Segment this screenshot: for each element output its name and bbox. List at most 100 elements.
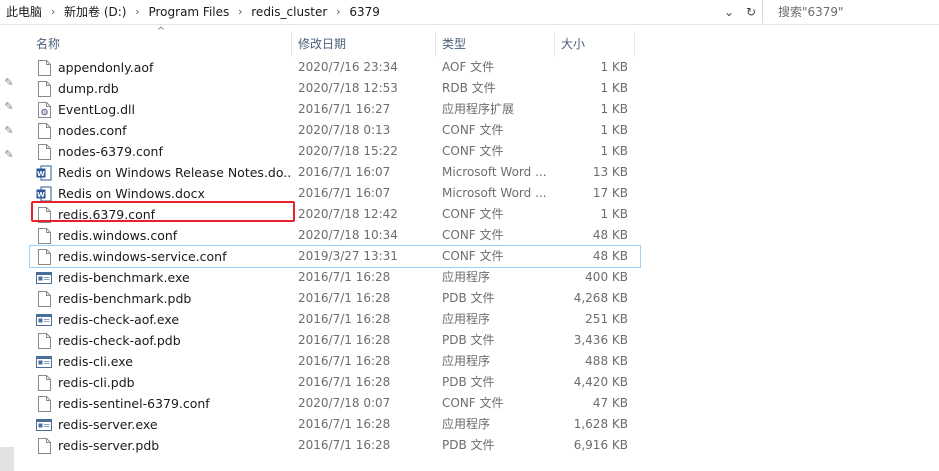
- word-icon: W: [36, 186, 52, 202]
- file-icon: [36, 248, 52, 265]
- breadcrumb-this-pc[interactable]: 此电脑: [0, 0, 42, 23]
- exe-icon: [36, 312, 52, 328]
- file-type: 应用程序: [442, 312, 491, 326]
- file-row[interactable]: W Redis on Windows Release Notes.do... 201…: [30, 162, 640, 183]
- file-name: nodes.conf: [58, 123, 127, 138]
- file-modified-date: 2020/7/18 10:34: [298, 228, 398, 242]
- file-name: redis-server.pdb: [58, 438, 160, 453]
- file-modified-date: 2020/7/18 15:22: [298, 144, 398, 158]
- file-name: nodes-6379.conf: [58, 144, 163, 159]
- file-row[interactable]: dump.rdb 2020/7/18 12:53 RDB 文件 1 KB: [30, 78, 640, 99]
- address-bar[interactable]: 此电脑 › 新加卷 (D:) › Program Files › redis_c…: [0, 0, 763, 23]
- file-type: AOF 文件: [442, 60, 495, 74]
- column-header-date[interactable]: 修改日期: [292, 31, 436, 57]
- file-name-cell[interactable]: redis-benchmark.exe: [36, 267, 290, 288]
- exe-icon: [36, 270, 52, 286]
- file-type: RDB 文件: [442, 81, 496, 95]
- file-name-cell[interactable]: redis-cli.exe: [36, 351, 290, 372]
- breadcrumb-6379[interactable]: 6379: [349, 0, 380, 23]
- file-name: redis-sentinel-6379.conf: [58, 396, 210, 411]
- file-name: redis-server.exe: [58, 417, 158, 432]
- file-name-cell[interactable]: dump.rdb: [36, 78, 290, 99]
- file-name-cell[interactable]: appendonly.aof: [36, 57, 290, 78]
- file-row[interactable]: appendonly.aof 2020/7/16 23:34 AOF 文件 1 KB: [30, 57, 640, 78]
- file-size: 13 KB: [592, 165, 628, 179]
- file-name-cell[interactable]: redis.windows.conf: [36, 225, 290, 246]
- chevron-right-icon[interactable]: ›: [42, 5, 64, 18]
- file-row[interactable]: redis-benchmark.exe 2016/7/1 16:28 应用程序 400…: [30, 267, 640, 288]
- scrollbar-thumb[interactable]: [0, 447, 14, 471]
- search-input[interactable]: [770, 3, 939, 20]
- file-row[interactable]: redis.windows-service.conf 2019/3/27 13:3…: [29, 245, 641, 268]
- file-row[interactable]: EventLog.dll 2016/7/1 16:27 应用程序扩展 1 KB: [30, 99, 640, 120]
- file-name-cell[interactable]: redis-server.exe: [36, 414, 290, 435]
- file-row[interactable]: redis-check-aof.exe 2016/7/1 16:28 应用程序 251…: [30, 309, 640, 330]
- file-modified-date: 2020/7/16 23:34: [298, 60, 398, 74]
- file-name-cell[interactable]: redis.windows-service.conf: [36, 246, 290, 267]
- file-name-cell[interactable]: redis-check-aof.pdb: [36, 330, 290, 351]
- search-box[interactable]: [770, 0, 939, 23]
- file-size: 48 KB: [592, 249, 628, 263]
- file-name-cell[interactable]: redis-benchmark.pdb: [36, 288, 290, 309]
- file-name: redis-cli.pdb: [58, 375, 135, 390]
- file-row[interactable]: redis-cli.pdb 2016/7/1 16:28 PDB 文件 4,420 K…: [30, 372, 640, 393]
- column-header-name[interactable]: 名称: [30, 31, 292, 57]
- chevron-right-icon[interactable]: ›: [126, 5, 148, 18]
- file-list: appendonly.aof 2020/7/16 23:34 AOF 文件 1 KB d…: [29, 57, 641, 456]
- file-name-cell[interactable]: EventLog.dll: [36, 99, 290, 120]
- column-header-type[interactable]: 类型: [436, 31, 555, 57]
- refresh-icon[interactable]: ↻: [740, 5, 762, 19]
- file-size: 1 KB: [600, 123, 628, 137]
- file-row[interactable]: redis-server.exe 2016/7/1 16:28 应用程序 1,628 …: [30, 414, 640, 435]
- file-row[interactable]: redis-cli.exe 2016/7/1 16:28 应用程序 488 KB: [30, 351, 640, 372]
- file-type: CONF 文件: [442, 396, 504, 410]
- file-name: redis-check-aof.pdb: [58, 333, 181, 348]
- file-row[interactable]: redis-check-aof.pdb 2016/7/1 16:28 PDB 文件 3…: [30, 330, 640, 351]
- file-row[interactable]: nodes.conf 2020/7/18 0:13 CONF 文件 1 KB: [30, 120, 640, 141]
- file-type: CONF 文件: [442, 144, 504, 158]
- file-name-cell[interactable]: redis-check-aof.exe: [36, 309, 290, 330]
- breadcrumb-program-files[interactable]: Program Files: [148, 0, 229, 23]
- file-icon: [36, 290, 52, 307]
- file-name-cell[interactable]: nodes.conf: [36, 120, 290, 141]
- file-icon: [36, 122, 52, 139]
- file-size: 48 KB: [592, 228, 628, 242]
- file-name-cell[interactable]: nodes-6379.conf: [36, 141, 290, 162]
- file-name: EventLog.dll: [58, 102, 135, 117]
- dll-icon: [36, 101, 52, 118]
- file-row[interactable]: redis-benchmark.pdb 2016/7/1 16:28 PDB 文件 4…: [30, 288, 640, 309]
- file-icon: [36, 227, 52, 244]
- exe-icon: [36, 417, 52, 433]
- chevron-right-icon[interactable]: ›: [229, 5, 251, 18]
- file-size: 17 KB: [592, 186, 628, 200]
- file-name-cell[interactable]: W Redis on Windows Release Notes.do...: [36, 162, 290, 183]
- file-name: dump.rdb: [58, 81, 119, 96]
- file-row[interactable]: nodes-6379.conf 2020/7/18 15:22 CONF 文件 1 K…: [30, 141, 640, 162]
- file-name: redis-benchmark.pdb: [58, 291, 192, 306]
- file-row[interactable]: redis.windows.conf 2020/7/18 10:34 CONF 文件…: [30, 225, 640, 246]
- file-type: 应用程序: [442, 270, 491, 284]
- file-icon: [36, 332, 52, 349]
- chevron-right-icon[interactable]: ›: [327, 5, 349, 18]
- file-modified-date: 2016/7/1 16:28: [298, 375, 391, 389]
- chevron-down-icon[interactable]: ⌄: [718, 5, 740, 19]
- file-modified-date: 2020/7/18 0:07: [298, 396, 391, 410]
- file-name-cell[interactable]: redis-sentinel-6379.conf: [36, 393, 290, 414]
- file-name: redis-check-aof.exe: [58, 312, 180, 327]
- file-type: Microsoft Word ...: [442, 165, 547, 179]
- file-row[interactable]: redis-sentinel-6379.conf 2020/7/18 0:07 CO…: [30, 393, 640, 414]
- file-icon: [36, 437, 52, 454]
- file-name-cell[interactable]: redis-server.pdb: [36, 435, 290, 456]
- file-modified-date: 2019/3/27 13:31: [298, 249, 398, 263]
- pin-icon: ✎: [4, 100, 14, 113]
- file-row[interactable]: redis-server.pdb 2016/7/1 16:28 PDB 文件 6,91…: [30, 435, 640, 456]
- file-size: 488 KB: [585, 354, 628, 368]
- breadcrumb-label: 此电脑: [6, 5, 43, 19]
- file-name-cell[interactable]: redis-cli.pdb: [36, 372, 290, 393]
- breadcrumb-drive[interactable]: 新加卷 (D:): [64, 0, 126, 23]
- breadcrumb-redis-cluster[interactable]: redis_cluster: [251, 0, 327, 23]
- svg-text:W: W: [37, 191, 45, 199]
- column-header-size[interactable]: 大小: [555, 31, 635, 57]
- file-icon: [36, 143, 52, 160]
- pin-icon: ✎: [4, 148, 14, 161]
